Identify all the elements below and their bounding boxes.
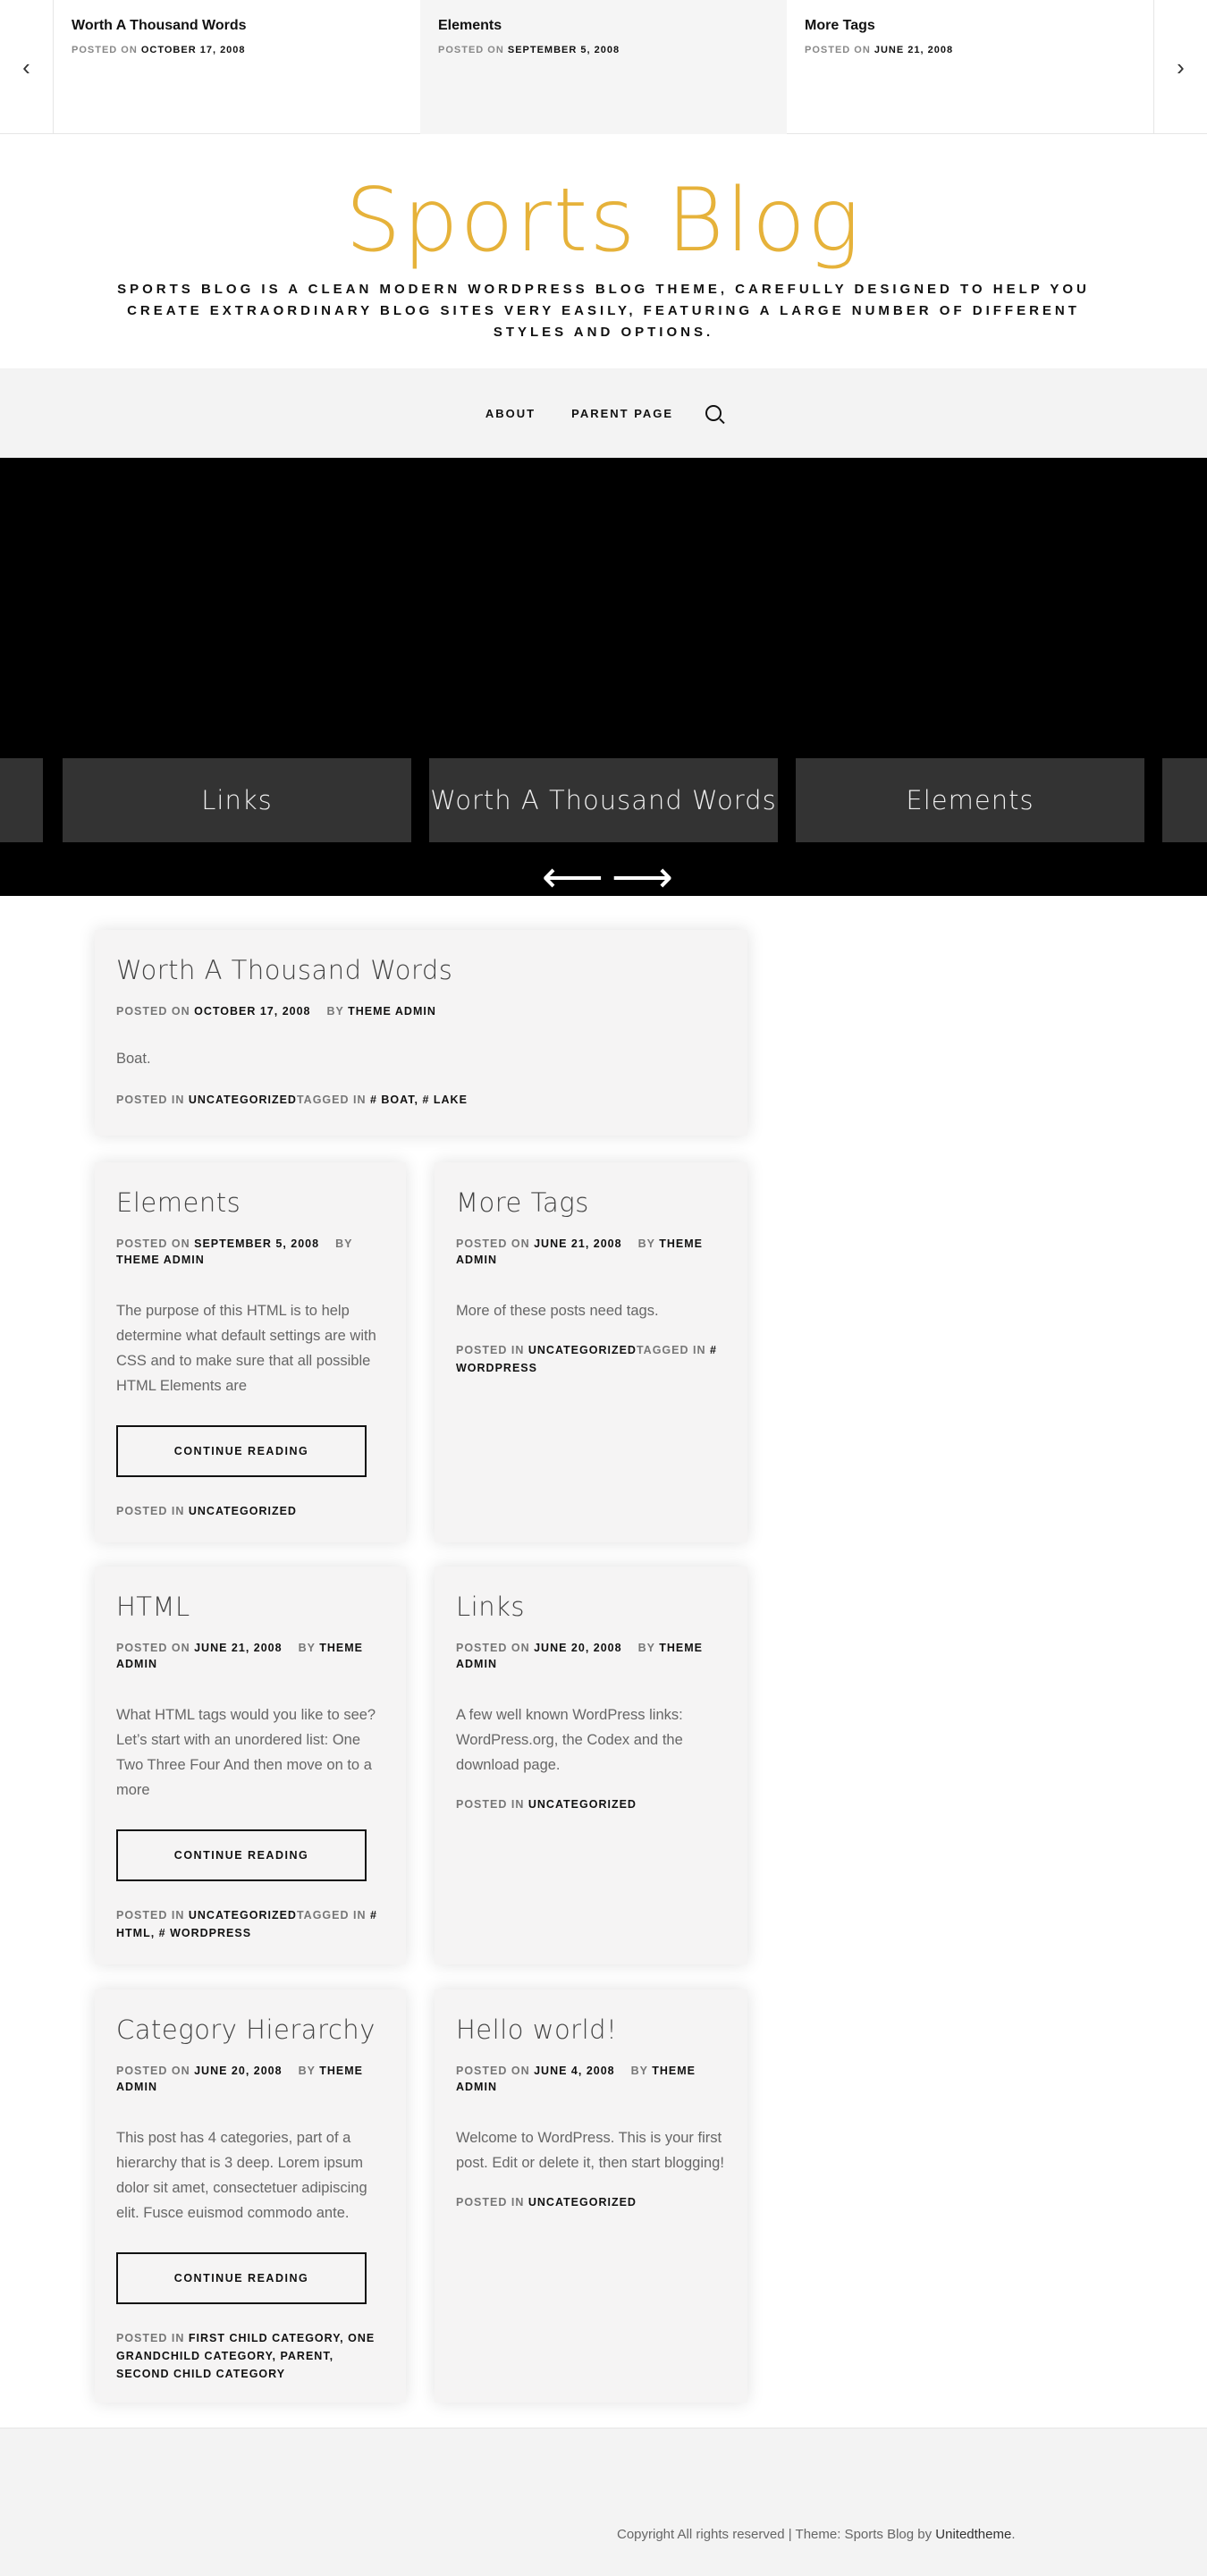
post-tag-link[interactable]: # BOAT, # LAKE — [370, 1094, 468, 1106]
post-title[interactable]: Category Hierarchy — [116, 2014, 384, 2045]
post-title[interactable]: Hello world! — [456, 2014, 726, 2045]
post-card: Worth A Thousand Words POSTED ON OCTOBER… — [95, 930, 747, 1136]
nav-item-about[interactable]: ABOUT — [485, 407, 536, 420]
slide-worth-a-thousand-words[interactable]: Worth A Thousand Words — [429, 758, 778, 842]
post-footer-meta: POSTED IN UNCATEGORIZED — [116, 1505, 297, 1517]
post-date[interactable]: SEPTEMBER 5, 2008 — [194, 1237, 319, 1250]
strip-item-title[interactable]: Worth A Thousand Words — [72, 18, 402, 34]
post-meta: POSTED ON JUNE 20, 2008 BY THEME ADMIN — [456, 1642, 703, 1670]
slide-elements[interactable]: Elements — [796, 758, 1144, 842]
strip-item[interactable]: Worth A Thousand Words POSTED ON OCTOBER… — [54, 0, 420, 134]
post-meta: POSTED ON SEPTEMBER 5, 2008 BY THEME ADMI… — [116, 1237, 353, 1266]
post-meta: POSTED ON JUNE 20, 2008 BY THEME ADMIN — [116, 2065, 363, 2093]
post-title[interactable]: Worth A Thousand Words — [116, 955, 726, 985]
continue-reading-button[interactable]: CONTINUE READING — [116, 1829, 367, 1881]
post-title[interactable]: More Tags — [456, 1187, 726, 1218]
post-card: Category Hierarchy POSTED ON JUNE 20, 20… — [95, 1989, 406, 2403]
site-header: Sports Blog Sports Blog is a clean moder… — [0, 134, 1207, 368]
post-date[interactable]: OCTOBER 17, 2008 — [194, 1005, 310, 1018]
post-card: Links POSTED ON JUNE 20, 2008 BY THEME AD… — [435, 1567, 747, 1964]
strip-item-title[interactable]: Elements — [438, 18, 769, 34]
post-author[interactable]: THEME ADMIN — [348, 1005, 436, 1018]
post-title[interactable]: Elements — [116, 1187, 384, 1218]
post-excerpt: What HTML tags would you like to see? Le… — [116, 1707, 376, 1798]
post-footer-meta: POSTED IN UNCATEGORIZEDTAGGED IN # BOAT,… — [116, 1094, 468, 1106]
continue-reading-button[interactable]: CONTINUE READING — [116, 2252, 367, 2304]
site-tagline: Sports Blog is a clean modern WordPress … — [117, 282, 1090, 340]
strip-item[interactable]: More Tags POSTED ON JUNE 21, 2008 — [787, 0, 1153, 134]
theme-credit-link[interactable]: Unitedtheme — [935, 2527, 1011, 2542]
main-nav: ABOUT PARENT PAGE — [0, 368, 1207, 458]
slide-links[interactable]: Links — [63, 758, 411, 842]
post-excerpt: Welcome to WordPress. This is your first… — [456, 2130, 724, 2171]
post-category-link[interactable]: UNCATEGORIZED — [189, 1094, 297, 1106]
post-author[interactable]: THEME ADMIN — [116, 1254, 205, 1266]
chevron-right-icon[interactable]: › — [1153, 0, 1207, 134]
post-title[interactable]: HTML — [116, 1592, 384, 1622]
copyright-text: Copyright All rights reserved | Theme: S… — [617, 2527, 1016, 2542]
post-category-link[interactable]: UNCATEGORIZED — [528, 1798, 637, 1811]
strip-item-title[interactable]: More Tags — [805, 18, 1135, 34]
strip-item-meta: POSTED ON OCTOBER 17, 2008 — [72, 45, 246, 55]
site-title[interactable]: Sports Blog — [0, 170, 1207, 272]
post-card: Elements POSTED ON SEPTEMBER 5, 2008 BY T… — [95, 1162, 406, 1542]
post-category-link[interactable]: UNCATEGORIZED — [528, 2196, 637, 2209]
post-footer-meta: POSTED IN UNCATEGORIZED — [456, 1798, 637, 1811]
post-footer-meta: POSTED IN UNCATEGORIZED — [456, 2196, 637, 2209]
post-meta: POSTED ON JUNE 21, 2008 BY THEME ADMIN — [456, 1237, 703, 1266]
continue-reading-button[interactable]: CONTINUE READING — [116, 1425, 367, 1477]
post-footer-meta: POSTED IN UNCATEGORIZEDTAGGED IN # HTML,… — [116, 1909, 377, 1939]
post-title[interactable]: Links — [456, 1592, 726, 1622]
post-excerpt: A few well known WordPress links: WordPr… — [456, 1707, 683, 1773]
featured-slider: Links Worth A Thousand Words Elements ⟵ … — [0, 458, 1207, 901]
post-footer-meta: POSTED IN UNCATEGORIZEDTAGGED IN # WORDP… — [456, 1344, 717, 1374]
post-card: HTML POSTED ON JUNE 21, 2008 BY THEME ADM… — [95, 1567, 406, 1964]
post-date[interactable]: JUNE 21, 2008 — [534, 1237, 621, 1250]
slide-partial[interactable] — [1162, 758, 1207, 842]
strip-item-meta: POSTED ON JUNE 21, 2008 — [805, 45, 954, 55]
post-date[interactable]: JUNE 20, 2008 — [194, 2065, 282, 2077]
post-meta: POSTED ON JUNE 21, 2008 BY THEME ADMIN — [116, 1642, 363, 1670]
search-icon[interactable] — [705, 405, 722, 421]
post-meta: POSTED ON OCTOBER 17, 2008 BY THEME ADMIN — [116, 1005, 436, 1018]
strip-item-meta: POSTED ON SEPTEMBER 5, 2008 — [438, 45, 620, 55]
nav-item-parent-page[interactable]: PARENT PAGE — [571, 407, 673, 420]
slide-partial[interactable] — [0, 758, 43, 842]
recent-posts-strip: ‹ Worth A Thousand Words POSTED ON OCTOB… — [0, 0, 1207, 134]
site-footer: Copyright All rights reserved | Theme: S… — [0, 2428, 1207, 2576]
post-excerpt: More of these posts need tags. — [456, 1303, 659, 1319]
post-excerpt: This post has 4 categories, part of a hi… — [116, 2130, 367, 2221]
post-meta: POSTED ON JUNE 4, 2008 BY THEME ADMIN — [456, 2065, 696, 2093]
arrow-right-icon[interactable]: ⟶ — [612, 851, 673, 905]
post-date[interactable]: JUNE 20, 2008 — [534, 1642, 621, 1654]
post-category-link[interactable]: UNCATEGORIZED — [528, 1344, 637, 1356]
post-card: Hello world! POSTED ON JUNE 4, 2008 BY TH… — [435, 1989, 747, 2403]
post-category-link[interactable]: UNCATEGORIZED — [189, 1505, 297, 1517]
post-excerpt: The purpose of this HTML is to help dete… — [116, 1303, 376, 1394]
post-date[interactable]: JUNE 4, 2008 — [534, 2065, 615, 2077]
post-excerpt: Boat. — [116, 1051, 151, 1067]
post-date[interactable]: JUNE 21, 2008 — [194, 1642, 282, 1654]
post-card: More Tags POSTED ON JUNE 21, 2008 BY THEM… — [435, 1162, 747, 1542]
post-footer-meta: POSTED IN FIRST CHILD CATEGORY, ONE GRAN… — [116, 2332, 376, 2380]
strip-item[interactable]: Elements POSTED ON SEPTEMBER 5, 2008 — [420, 0, 787, 134]
chevron-left-icon[interactable]: ‹ — [0, 0, 54, 134]
arrow-left-icon[interactable]: ⟵ — [542, 851, 604, 905]
post-category-link[interactable]: UNCATEGORIZED — [189, 1909, 297, 1921]
